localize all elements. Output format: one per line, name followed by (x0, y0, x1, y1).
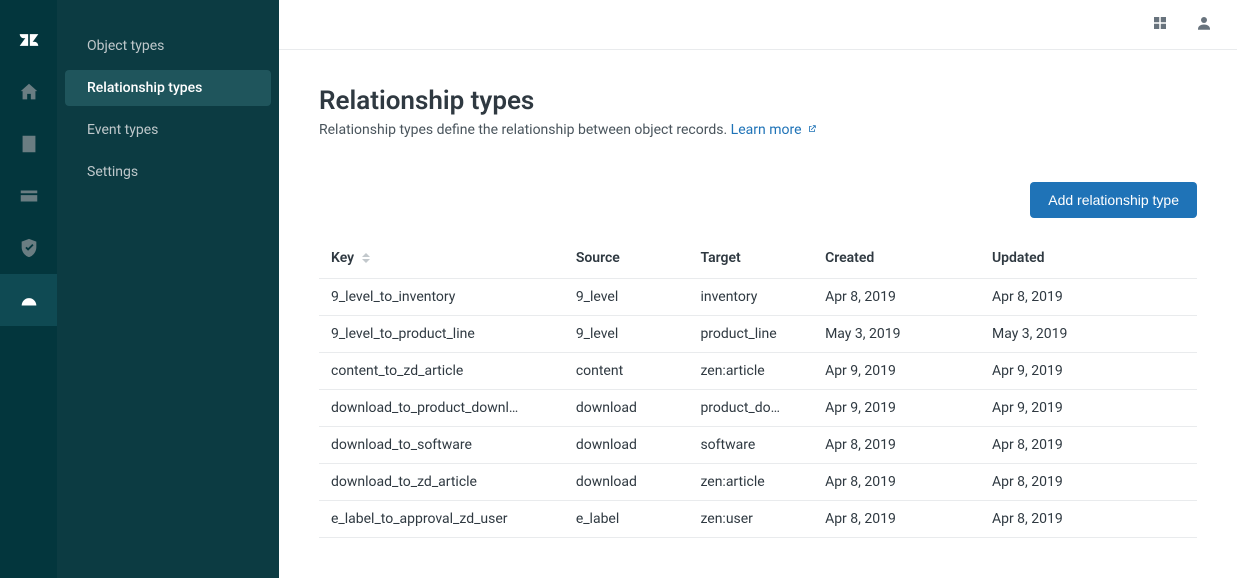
actions-bar: Add relationship type (319, 182, 1197, 218)
cell-source: 9_level (564, 279, 689, 316)
table-row[interactable]: e_label_to_approval_zd_usere_labelzen:us… (319, 501, 1197, 538)
cell-target: software (688, 427, 813, 464)
nav-sunshine[interactable] (0, 274, 57, 326)
icon-rail (0, 0, 57, 578)
content: Relationship types Relationship types de… (279, 50, 1237, 578)
col-header-target[interactable]: Target (688, 238, 813, 279)
home-icon (18, 81, 40, 103)
apps-grid-icon[interactable] (1151, 14, 1169, 36)
cell-key: download_to_zd_article (319, 464, 564, 501)
add-relationship-type-button[interactable]: Add relationship type (1030, 182, 1197, 218)
topbar (279, 0, 1237, 50)
learn-more-label: Learn more (731, 122, 802, 138)
table-body: 9_level_to_inventory9_levelinventoryApr … (319, 279, 1197, 538)
sunshine-icon (18, 289, 40, 311)
table-row[interactable]: download_to_product_downl…downloadproduc… (319, 390, 1197, 427)
cell-key: download_to_software (319, 427, 564, 464)
page-description: Relationship types define the relationsh… (319, 122, 1197, 138)
cell-source: 9_level (564, 316, 689, 353)
cell-updated: Apr 8, 2019 (980, 279, 1197, 316)
table-row[interactable]: download_to_zd_articledownloadzen:articl… (319, 464, 1197, 501)
sort-icon (362, 253, 370, 263)
col-header-updated[interactable]: Updated (980, 238, 1197, 279)
cell-key: content_to_zd_article (319, 353, 564, 390)
credit-card-icon (18, 185, 40, 207)
sidebar: Object types Relationship types Event ty… (57, 0, 279, 578)
user-silhouette-icon[interactable] (1195, 14, 1213, 36)
cell-target: product_line (688, 316, 813, 353)
cell-source: e_label (564, 501, 689, 538)
table-row[interactable]: download_to_softwaredownloadsoftwareApr … (319, 427, 1197, 464)
nav-security[interactable] (0, 222, 57, 274)
cell-key: 9_level_to_inventory (319, 279, 564, 316)
page-title: Relationship types (319, 86, 1197, 116)
cell-source: download (564, 390, 689, 427)
cell-updated: Apr 8, 2019 (980, 464, 1197, 501)
col-header-source[interactable]: Source (564, 238, 689, 279)
cell-source: download (564, 464, 689, 501)
shield-icon (18, 237, 40, 259)
cell-source: content (564, 353, 689, 390)
nav-home[interactable] (0, 66, 57, 118)
cell-created: May 3, 2019 (813, 316, 980, 353)
relationship-types-table: Key Source Target Created Updated 9_leve… (319, 238, 1197, 538)
col-header-key-label: Key (331, 250, 354, 266)
cell-created: Apr 8, 2019 (813, 501, 980, 538)
cell-updated: May 3, 2019 (980, 316, 1197, 353)
building-icon (18, 133, 40, 155)
table-header-row: Key Source Target Created Updated (319, 238, 1197, 279)
cell-target: zen:user (688, 501, 813, 538)
cell-created: Apr 8, 2019 (813, 279, 980, 316)
cell-updated: Apr 9, 2019 (980, 390, 1197, 427)
cell-created: Apr 9, 2019 (813, 353, 980, 390)
cell-key: download_to_product_downl… (319, 390, 564, 427)
cell-created: Apr 8, 2019 (813, 427, 980, 464)
cell-source: download (564, 427, 689, 464)
cell-target: zen:article (688, 353, 813, 390)
sidebar-item-object-types[interactable]: Object types (65, 28, 271, 64)
cell-created: Apr 9, 2019 (813, 390, 980, 427)
nav-org[interactable] (0, 118, 57, 170)
cell-key: 9_level_to_product_line (319, 316, 564, 353)
cell-target: zen:article (688, 464, 813, 501)
zendesk-logo-icon[interactable] (0, 14, 57, 66)
table-row[interactable]: content_to_zd_articlecontentzen:articleA… (319, 353, 1197, 390)
cell-updated: Apr 8, 2019 (980, 501, 1197, 538)
cell-created: Apr 8, 2019 (813, 464, 980, 501)
sidebar-item-settings[interactable]: Settings (65, 154, 271, 190)
col-header-key[interactable]: Key (319, 238, 564, 279)
external-link-icon (807, 124, 817, 134)
cell-target: inventory (688, 279, 813, 316)
cell-updated: Apr 9, 2019 (980, 353, 1197, 390)
learn-more-link[interactable]: Learn more (731, 122, 817, 138)
col-header-created[interactable]: Created (813, 238, 980, 279)
page-description-text: Relationship types define the relationsh… (319, 122, 727, 138)
cell-updated: Apr 8, 2019 (980, 427, 1197, 464)
cell-key: e_label_to_approval_zd_user (319, 501, 564, 538)
main: Relationship types Relationship types de… (279, 0, 1237, 578)
sidebar-item-relationship-types[interactable]: Relationship types (65, 70, 271, 106)
nav-billing[interactable] (0, 170, 57, 222)
table-row[interactable]: 9_level_to_product_line9_levelproduct_li… (319, 316, 1197, 353)
cell-target: product_do… (688, 390, 813, 427)
table-row[interactable]: 9_level_to_inventory9_levelinventoryApr … (319, 279, 1197, 316)
sidebar-item-event-types[interactable]: Event types (65, 112, 271, 148)
